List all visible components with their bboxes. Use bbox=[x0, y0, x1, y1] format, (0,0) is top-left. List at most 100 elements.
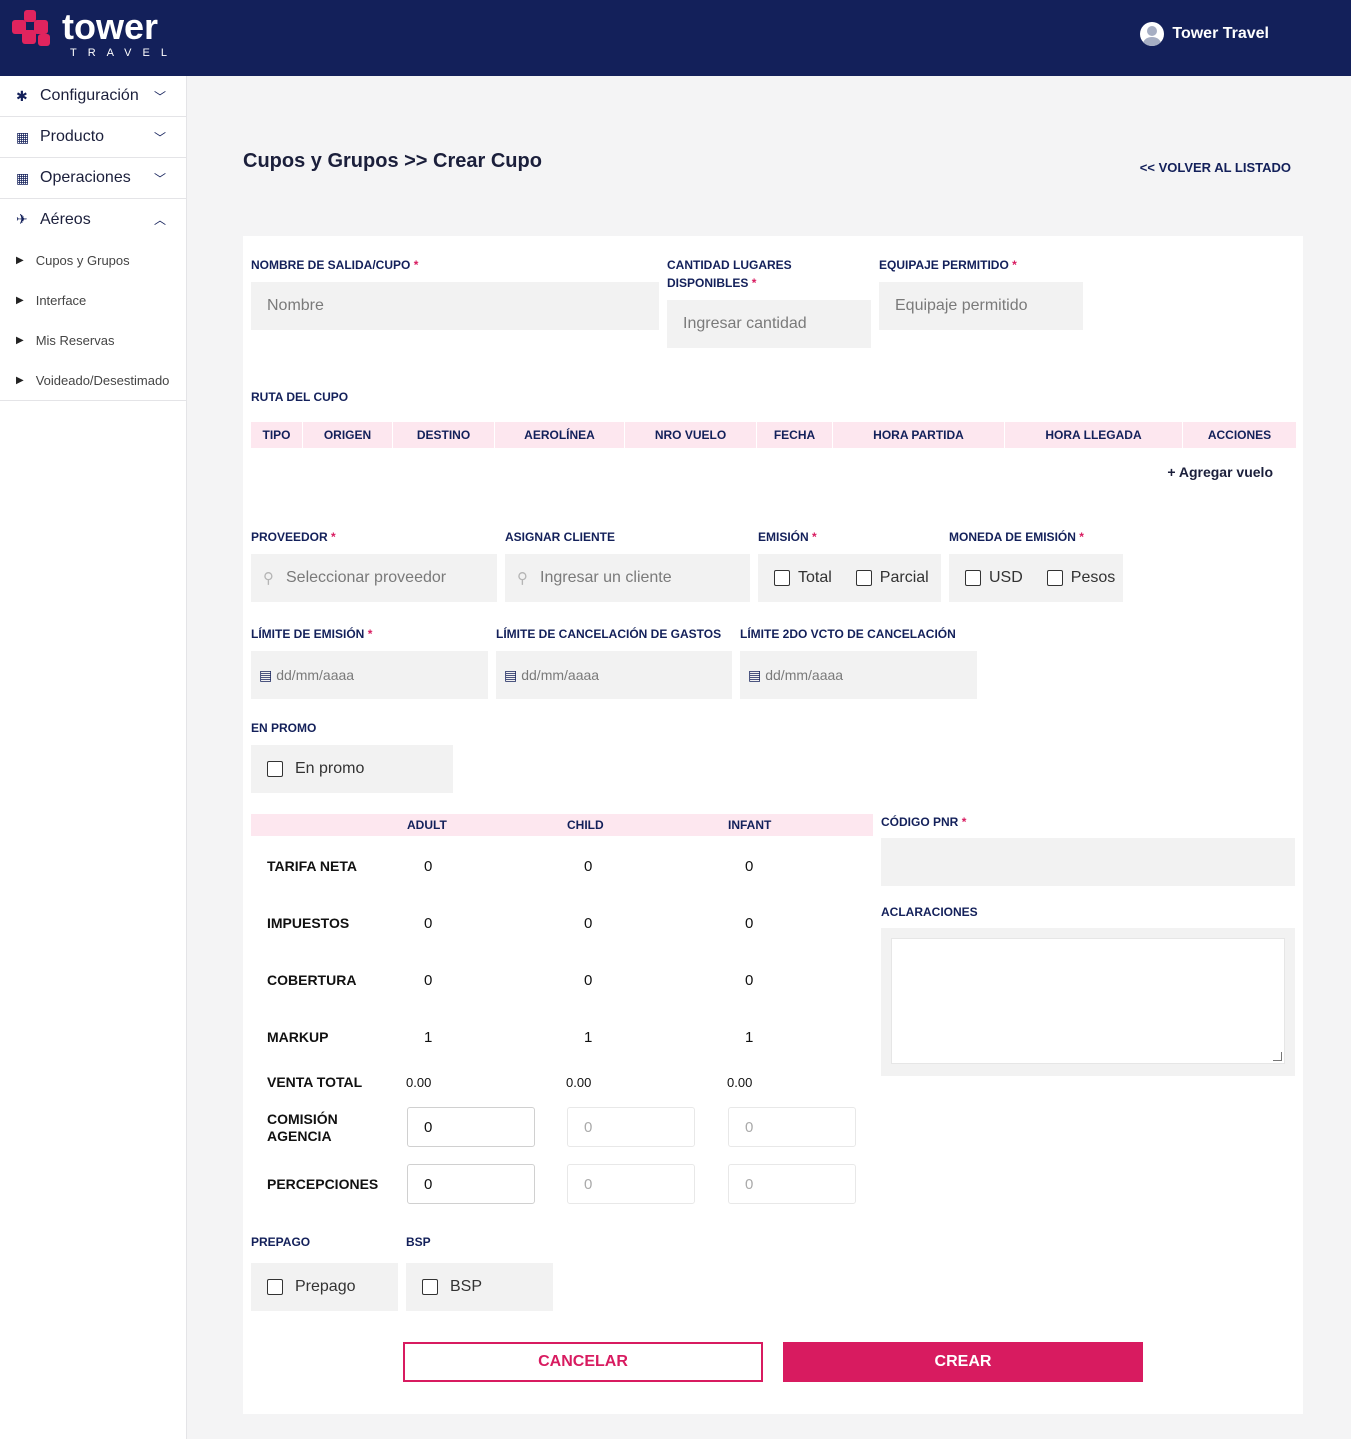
caret-right-icon: ▶ bbox=[16, 334, 24, 346]
bsp-label: BSP bbox=[406, 1235, 431, 1249]
proveedor-input[interactable]: ⚲ Seleccionar proveedor bbox=[251, 554, 497, 602]
sidebar-subitem-interface[interactable]: ▶ Interface bbox=[0, 280, 186, 320]
cantidad-label: CANTIDAD LUGARES DISPONIBLES * bbox=[667, 258, 792, 290]
sidebar-item-label: Aéreos bbox=[40, 210, 91, 228]
equipaje-input[interactable]: Equipaje permitido bbox=[879, 282, 1083, 330]
col-nro-vuelo: NRO VUELO bbox=[625, 422, 757, 448]
nombre-input[interactable]: Nombre bbox=[251, 282, 659, 330]
option-label: Prepago bbox=[295, 1278, 356, 1295]
sidebar-subitem-voideado[interactable]: ▶ Voideado/Desestimado bbox=[0, 360, 186, 400]
equipaje-label: EQUIPAJE PERMITIDO * bbox=[879, 258, 1017, 272]
caret-right-icon: ▶ bbox=[16, 374, 24, 386]
cliente-placeholder: Ingresar un cliente bbox=[540, 569, 672, 586]
promo-label: EN PROMO bbox=[251, 721, 317, 735]
fare-value: 0 bbox=[424, 915, 433, 932]
plane-icon: ✈ bbox=[16, 211, 28, 227]
chevron-up-icon: ︿ bbox=[153, 213, 166, 227]
percepciones-adult-input[interactable]: 0 bbox=[407, 1164, 535, 1204]
promo-checkbox[interactable]: En promo bbox=[267, 760, 364, 778]
cliente-input[interactable]: ⚲ Ingresar un cliente bbox=[505, 554, 750, 602]
col-child: CHILD bbox=[567, 818, 604, 832]
emision-total-checkbox[interactable]: Total bbox=[774, 569, 832, 587]
gear-icon: ✱ bbox=[16, 87, 28, 104]
top-navbar: tower TRAVEL Tower Travel bbox=[0, 0, 1351, 76]
col-tipo: TIPO bbox=[251, 422, 303, 448]
prepago-option: Prepago bbox=[251, 1263, 398, 1311]
equipaje-placeholder: Equipaje permitido bbox=[895, 297, 1028, 314]
percepciones-label: PERCEPCIONES bbox=[267, 1176, 379, 1192]
bsp-checkbox[interactable]: BSP bbox=[422, 1278, 482, 1296]
proveedor-label: PROVEEDOR * bbox=[251, 530, 336, 544]
add-flight-button[interactable]: + Agregar vuelo bbox=[1167, 464, 1273, 480]
limite-cancel-label: LÍMITE DE CANCELACIÓN DE GASTOS bbox=[496, 627, 722, 641]
limite-2do-input[interactable]: ▤ dd/mm/aaaa bbox=[740, 651, 977, 699]
nombre-label: NOMBRE DE SALIDA/CUPO * bbox=[251, 258, 419, 272]
sidebar-subitem-label: Interface bbox=[35, 292, 87, 308]
sidebar-subitem-label: Mis Reservas bbox=[35, 332, 115, 348]
grid-icon: ▦ bbox=[16, 169, 30, 186]
option-label: Pesos bbox=[1070, 569, 1116, 586]
fare-value: 0 bbox=[584, 858, 593, 875]
pnr-input[interactable] bbox=[881, 838, 1295, 886]
back-to-list-link[interactable]: << VOLVER AL LISTADO bbox=[1140, 160, 1291, 175]
brand-sub: TRAVEL bbox=[70, 47, 178, 59]
checkbox-icon bbox=[1046, 570, 1063, 586]
option-label: Total bbox=[798, 569, 832, 586]
sidebar-item-configuracion[interactable]: ✱ Configuración ﹀ bbox=[0, 76, 186, 117]
fare-value: 0 bbox=[584, 915, 593, 932]
create-button[interactable]: CREAR bbox=[783, 1342, 1143, 1382]
avatar-icon bbox=[1140, 22, 1165, 46]
main-content: Cupos y Grupos >> Crear Cupo << VOLVER A… bbox=[187, 76, 1351, 1439]
aclaraciones-textarea[interactable] bbox=[891, 938, 1285, 1064]
checkbox-icon bbox=[267, 1279, 283, 1295]
comision-infant-input[interactable]: 0 bbox=[728, 1107, 856, 1147]
pnr-label: CÓDIGO PNR * bbox=[881, 815, 967, 829]
checkbox-icon bbox=[774, 570, 790, 586]
nombre-placeholder: Nombre bbox=[267, 297, 324, 314]
fare-row-label: VENTA TOTAL bbox=[267, 1074, 363, 1090]
sidebar: ✱ Configuración ﹀ ▦ Producto ﹀ ▦ Operaci… bbox=[0, 76, 187, 1439]
brand-logo[interactable]: tower TRAVEL bbox=[12, 6, 182, 64]
cantidad-input[interactable]: Ingresar cantidad bbox=[667, 300, 871, 348]
col-fecha: FECHA bbox=[757, 422, 833, 448]
calendar-icon: ▤ bbox=[504, 666, 518, 683]
user-name: Tower Travel bbox=[1172, 25, 1269, 42]
prepago-checkbox[interactable]: Prepago bbox=[267, 1278, 356, 1296]
proveedor-placeholder: Seleccionar proveedor bbox=[286, 569, 447, 586]
caret-right-icon: ▶ bbox=[16, 254, 24, 266]
sidebar-item-operaciones[interactable]: ▦ Operaciones ﹀ bbox=[0, 158, 186, 199]
date-placeholder: dd/mm/aaaa bbox=[276, 667, 355, 683]
fare-value: 0 bbox=[745, 915, 754, 932]
col-hora-llegada: HORA LLEGADA bbox=[1005, 422, 1183, 448]
fare-value: 1 bbox=[745, 1029, 754, 1046]
fare-value: 0 bbox=[424, 972, 433, 989]
percepciones-child-input[interactable]: 0 bbox=[567, 1164, 695, 1204]
comision-child-input[interactable]: 0 bbox=[567, 1107, 695, 1147]
bsp-option: BSP bbox=[406, 1263, 553, 1311]
moneda-usd-checkbox[interactable]: USD bbox=[965, 569, 1023, 587]
cliente-label: ASIGNAR CLIENTE bbox=[505, 530, 616, 544]
fare-table-header: ADULT CHILD INFANT bbox=[251, 814, 873, 836]
option-label: En promo bbox=[295, 760, 365, 777]
sidebar-subitem-reservas[interactable]: ▶ Mis Reservas bbox=[0, 320, 186, 360]
col-acciones: ACCIONES bbox=[1207, 428, 1272, 442]
fare-value: 0 bbox=[584, 972, 593, 989]
grid-icon: ▦ bbox=[16, 128, 30, 145]
fare-value: 0.00 bbox=[727, 1075, 753, 1090]
user-menu[interactable]: Tower Travel bbox=[1140, 22, 1269, 46]
sidebar-item-producto[interactable]: ▦ Producto ﹀ bbox=[0, 117, 186, 158]
limite-2do-label: LÍMITE 2DO VCTO DE CANCELACIÓN bbox=[740, 627, 956, 641]
emision-parcial-checkbox[interactable]: Parcial bbox=[855, 569, 929, 587]
emision-label: EMISIÓN * bbox=[758, 530, 817, 544]
moneda-pesos-checkbox[interactable]: Pesos bbox=[1046, 569, 1116, 587]
comision-adult-input[interactable]: 0 bbox=[407, 1107, 535, 1147]
limite-cancel-input[interactable]: ▤ dd/mm/aaaa bbox=[496, 651, 732, 699]
percepciones-infant-input[interactable]: 0 bbox=[728, 1164, 856, 1204]
sidebar-subitem-cupos[interactable]: ▶ Cupos y Grupos bbox=[0, 240, 186, 280]
cancel-button[interactable]: CANCELAR bbox=[403, 1342, 763, 1382]
logo-mark-icon bbox=[12, 10, 50, 46]
chevron-down-icon: ﹀ bbox=[153, 172, 166, 186]
sidebar-item-aereos[interactable]: ✈ Aéreos ︿ bbox=[0, 199, 186, 240]
fare-value: 0 bbox=[424, 858, 433, 875]
limite-emision-input[interactable]: ▤ dd/mm/aaaa bbox=[251, 651, 488, 699]
